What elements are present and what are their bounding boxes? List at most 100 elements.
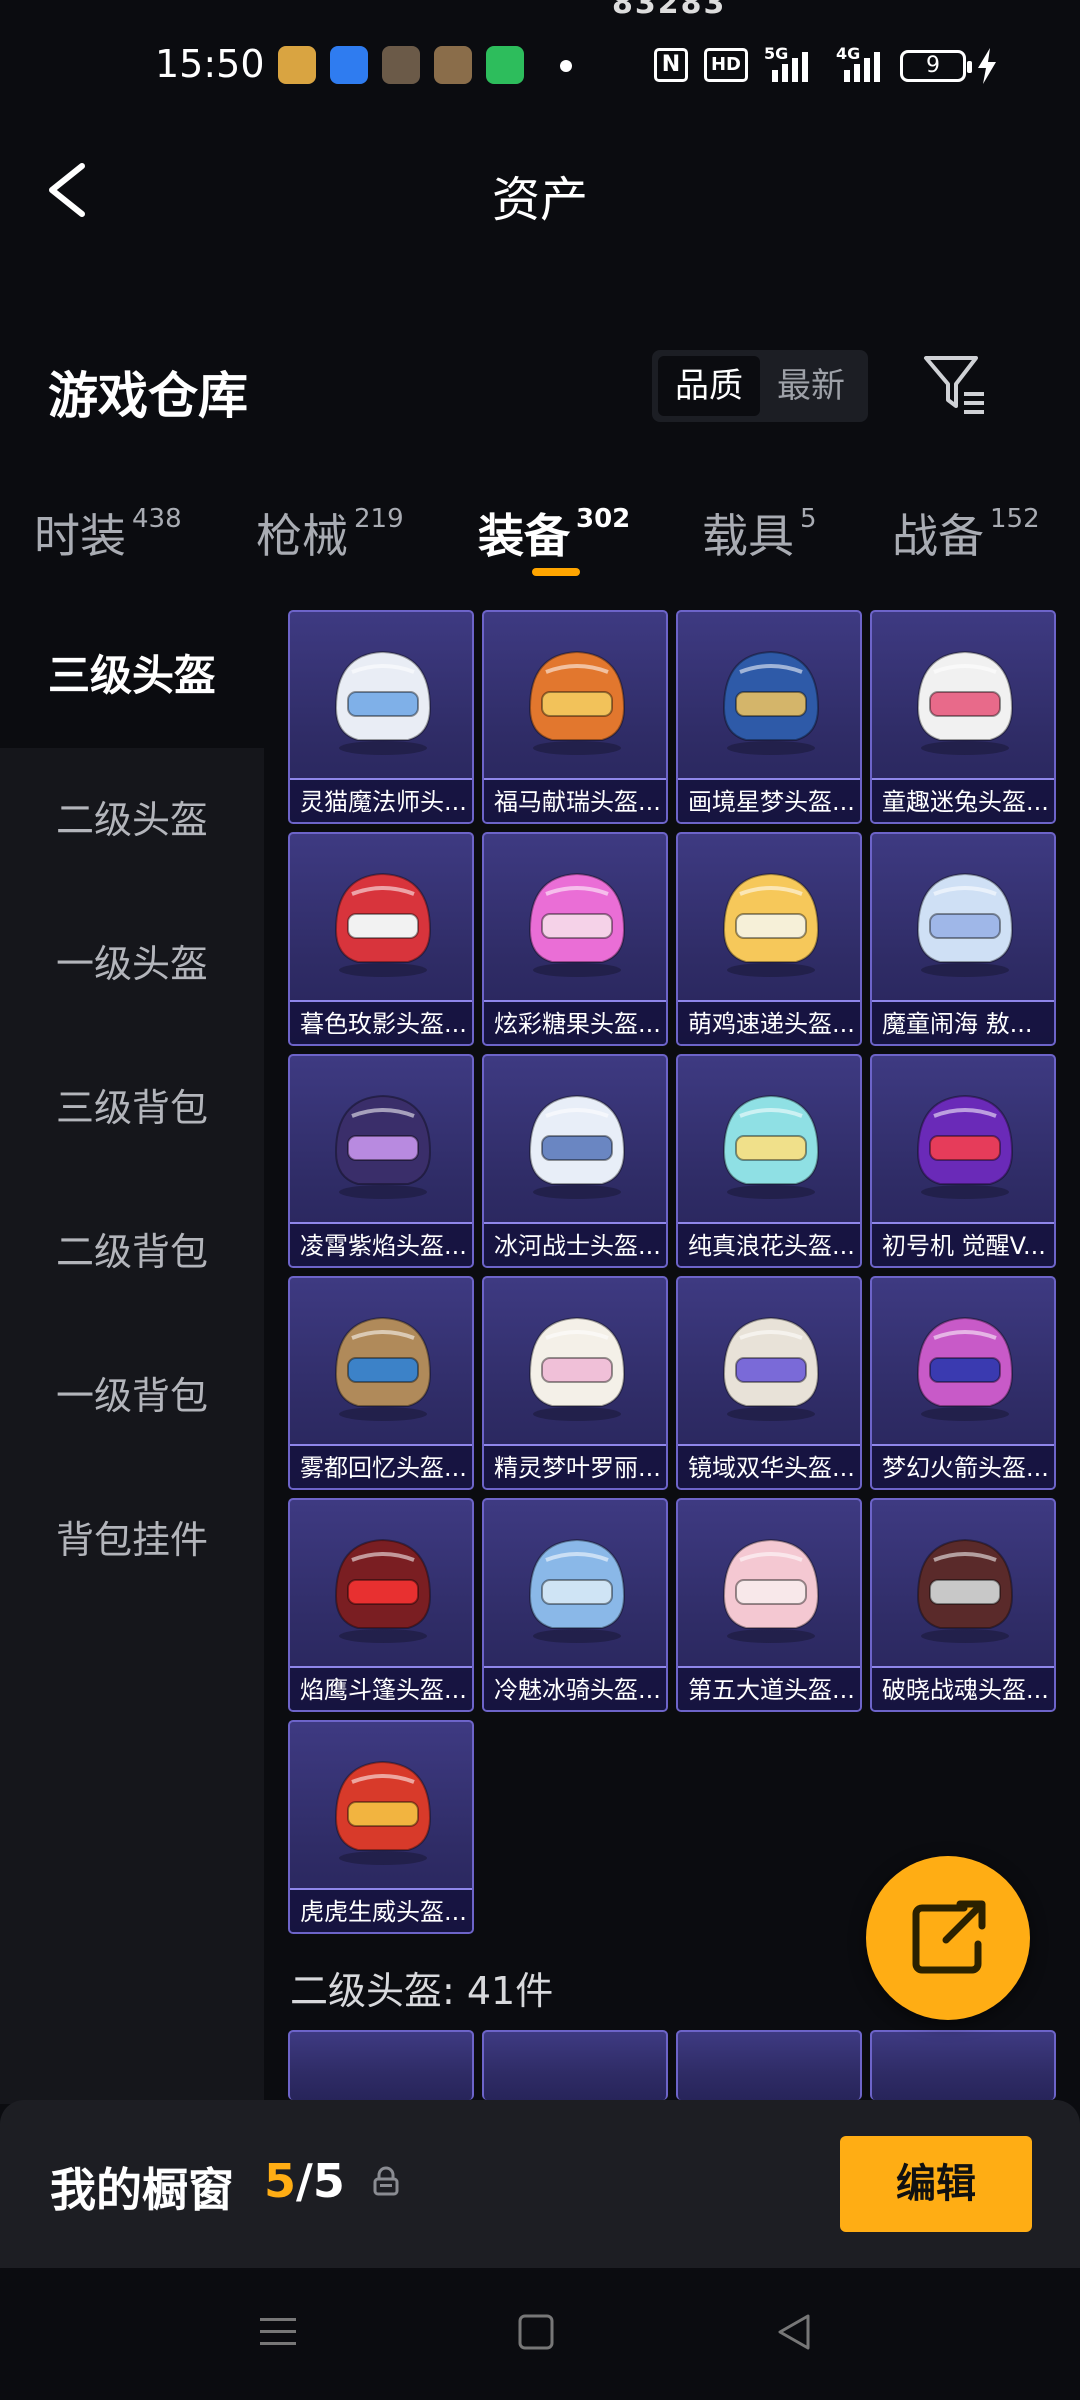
item-name: 冷魅冰骑头盔... xyxy=(484,1666,666,1710)
helmet-icon xyxy=(334,872,432,977)
helmet-icon xyxy=(722,1538,820,1643)
item-name: 暮色玫影头盔... xyxy=(290,1000,472,1044)
menu-icon[interactable] xyxy=(258,2312,298,2352)
section-label: 二级头盔: 41件 xyxy=(290,1969,554,2013)
app-notification-icon xyxy=(330,46,368,84)
battery-icon: 9 xyxy=(900,50,972,82)
item-card[interactable]: 福马献瑞头盔... xyxy=(482,610,668,824)
share-button[interactable] xyxy=(866,1856,1030,2020)
item-card[interactable]: 纯真浪花头盔... xyxy=(676,1054,862,1268)
item-card[interactable]: 冷魅冰骑头盔... xyxy=(482,1498,668,1712)
item-name: 萌鸡速递头盔... xyxy=(678,1000,860,1044)
active-tab-indicator xyxy=(532,568,580,576)
sidebar-item-level1-helmet[interactable]: 一级头盔 xyxy=(0,892,264,1036)
item-name: 灵猫魔法师头... xyxy=(290,778,472,822)
warehouse-title: 游戏仓库 xyxy=(48,367,248,425)
item-card[interactable]: 梦幻火箭头盔... xyxy=(870,1276,1056,1490)
sort-quality-button[interactable]: 品质 xyxy=(658,356,760,416)
item-name: 雾都回忆头盔... xyxy=(290,1444,472,1488)
helmet-icon xyxy=(722,872,820,977)
item-name: 炫彩糖果头盔... xyxy=(484,1000,666,1044)
sort-toggle: 品质 最新 xyxy=(652,350,868,422)
sidebar-item-backpack-charm[interactable]: 背包挂件 xyxy=(0,1468,264,1612)
item-card[interactable]: 冰河战士头盔... xyxy=(482,1054,668,1268)
item-card[interactable]: 炫彩糖果头盔... xyxy=(482,832,668,1046)
system-nav-bar xyxy=(0,2268,1080,2400)
helmet-icon xyxy=(528,650,626,755)
item-card[interactable]: 雾都回忆头盔... xyxy=(288,1276,474,1490)
showcase-count: 5/5 xyxy=(264,2154,345,2208)
tab-vehicles[interactable]: 载具 5 xyxy=(702,500,817,570)
item-name: 画境星梦头盔... xyxy=(678,778,860,822)
tab-fashion[interactable]: 时装 438 xyxy=(34,500,182,570)
home-icon[interactable] xyxy=(516,2312,556,2352)
item-card[interactable] xyxy=(288,2030,474,2100)
item-card[interactable]: 破晓战魂头盔... xyxy=(870,1498,1056,1712)
helmet-icon xyxy=(528,872,626,977)
item-card[interactable]: 精灵梦叶罗丽... xyxy=(482,1276,668,1490)
charging-icon xyxy=(978,48,996,84)
item-name: 镜域双华头盔... xyxy=(678,1444,860,1488)
item-name: 梦幻火箭头盔... xyxy=(872,1444,1054,1488)
item-card[interactable]: 童趣迷兔头盔... xyxy=(870,610,1056,824)
item-card[interactable]: 画境星梦头盔... xyxy=(676,610,862,824)
page-title: 资产 xyxy=(491,172,588,228)
more-notifications-dot xyxy=(560,60,572,72)
helmet-icon xyxy=(722,650,820,755)
helmet-icon xyxy=(916,1094,1014,1199)
helmet-icon xyxy=(916,1538,1014,1643)
edit-button[interactable]: 编辑 xyxy=(840,2136,1032,2232)
status-bar: 83283 15:50 N HD 5G 4G 9 xyxy=(0,0,1080,130)
helmet-icon xyxy=(916,1316,1014,1421)
item-card[interactable] xyxy=(482,2030,668,2100)
status-top-text: 83283 xyxy=(612,0,727,21)
item-card[interactable]: 初号机 觉醒V... xyxy=(870,1054,1056,1268)
filter-icon[interactable] xyxy=(920,350,990,420)
sidebar-item-level1-backpack[interactable]: 一级背包 xyxy=(0,1324,264,1468)
item-card[interactable]: 虎虎生威头盔... xyxy=(288,1720,474,1934)
sidebar-item-level3-backpack[interactable]: 三级背包 xyxy=(0,1036,264,1180)
helmet-icon xyxy=(334,1094,432,1199)
lock-icon xyxy=(373,2166,399,2196)
item-card[interactable]: 萌鸡速递头盔... xyxy=(676,832,862,1046)
item-card[interactable]: 第五大道头盔... xyxy=(676,1498,862,1712)
item-name: 初号机 觉醒V... xyxy=(872,1222,1054,1266)
showcase-title: 我的橱窗 xyxy=(50,2163,234,2217)
tab-weapons[interactable]: 枪械 219 xyxy=(256,500,404,570)
item-card[interactable] xyxy=(870,2030,1056,2100)
helmet-icon xyxy=(722,1094,820,1199)
tab-supplies[interactable]: 战备 152 xyxy=(892,500,1040,570)
item-name: 焰鹰斗篷头盔... xyxy=(290,1666,472,1710)
helmet-icon xyxy=(722,1316,820,1421)
helmet-icon xyxy=(916,872,1014,977)
sidebar-item-level3-helmet[interactable]: 三级头盔 xyxy=(0,604,264,748)
app-notification-icon xyxy=(278,46,316,84)
subcategory-sidebar: 三级头盔 二级头盔 一级头盔 三级背包 二级背包 一级背包 背包挂件 xyxy=(0,604,264,2104)
helmet-icon xyxy=(528,1538,626,1643)
sort-newest-button[interactable]: 最新 xyxy=(760,356,862,416)
sidebar-item-level2-backpack[interactable]: 二级背包 xyxy=(0,1180,264,1324)
showcase-bar: 我的橱窗 5/5 编辑 xyxy=(0,2100,1080,2268)
item-card[interactable] xyxy=(676,2030,862,2100)
item-card[interactable]: 凌霄紫焰头盔... xyxy=(288,1054,474,1268)
item-name: 精灵梦叶罗丽... xyxy=(484,1444,666,1488)
item-card[interactable]: 灵猫魔法师头... xyxy=(288,610,474,824)
item-card[interactable]: 魔童闹海 敖... xyxy=(870,832,1056,1046)
sidebar-item-level2-helmet[interactable]: 二级头盔 xyxy=(0,748,264,892)
item-name: 福马献瑞头盔... xyxy=(484,778,666,822)
app-notification-icon xyxy=(434,46,472,84)
app-notification-icon xyxy=(382,46,420,84)
helmet-icon xyxy=(334,1760,432,1865)
item-name: 破晓战魂头盔... xyxy=(872,1666,1054,1710)
item-card[interactable]: 焰鹰斗篷头盔... xyxy=(288,1498,474,1712)
item-name: 魔童闹海 敖... xyxy=(872,1000,1054,1044)
helmet-icon xyxy=(528,1094,626,1199)
item-name: 童趣迷兔头盔... xyxy=(872,778,1054,822)
item-card[interactable]: 镜域双华头盔... xyxy=(676,1276,862,1490)
item-card[interactable]: 暮色玫影头盔... xyxy=(288,832,474,1046)
item-name: 冰河战士头盔... xyxy=(484,1222,666,1266)
tab-equipment[interactable]: 装备 302 xyxy=(478,500,630,570)
item-name: 虎虎生威头盔... xyxy=(290,1888,472,1932)
item-name: 第五大道头盔... xyxy=(678,1666,860,1710)
back-nav-icon[interactable] xyxy=(774,2312,814,2352)
